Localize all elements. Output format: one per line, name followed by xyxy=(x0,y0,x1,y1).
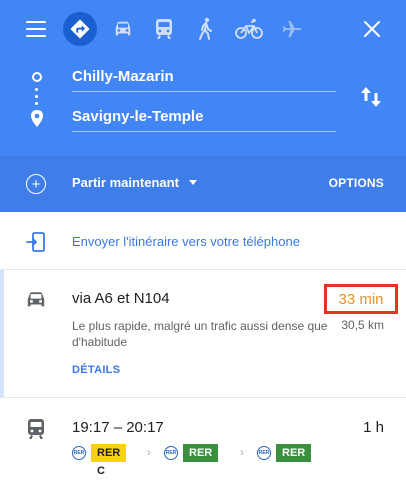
close-icon xyxy=(364,21,380,37)
send-to-phone-link[interactable]: Envoyer l'itinéraire vers votre téléphon… xyxy=(72,234,300,249)
route-description: Le plus rapide, malgré un trafic aussi d… xyxy=(72,319,328,349)
airplane-icon xyxy=(282,20,302,38)
origin-input[interactable]: Chilly-Mazarin xyxy=(72,62,336,92)
menu-icon[interactable] xyxy=(26,21,46,37)
send-to-phone-icon xyxy=(26,232,45,252)
directions-icon xyxy=(70,19,90,39)
departure-options-bar: + Partir maintenant OPTIONS xyxy=(0,156,406,212)
transit-time-range: 19:17 – 20:17 xyxy=(72,419,164,436)
train-icon xyxy=(28,419,44,439)
chevron-down-icon xyxy=(188,180,197,185)
origin-dot-icon xyxy=(32,72,42,82)
send-to-phone-row[interactable]: Envoyer l'itinéraire vers votre téléphon… xyxy=(0,212,406,270)
rer-logo-icon: RER xyxy=(257,446,271,460)
close-button[interactable] xyxy=(360,17,384,41)
route-dots-icon xyxy=(35,88,38,109)
route-option-driving[interactable]: via A6 et N104 33 min Le plus rapide, ma… xyxy=(0,270,406,398)
destination-pin-icon xyxy=(31,110,43,127)
destination-input[interactable]: Savigny-le-Temple xyxy=(72,102,336,132)
line-badge-rer-d: RER D xyxy=(183,444,219,477)
transit-duration: 1 h xyxy=(363,419,384,436)
route-inputs: Chilly-Mazarin Savigny-le-Temple xyxy=(0,60,406,156)
route-distance: 30,5 km xyxy=(341,318,384,332)
route-duration: 33 min xyxy=(324,284,398,314)
mode-driving-button[interactable] xyxy=(106,12,140,46)
mode-flights-button[interactable] xyxy=(275,12,309,46)
rer-logo-icon: RER xyxy=(72,446,86,460)
car-icon xyxy=(27,292,45,307)
bike-icon xyxy=(235,18,263,39)
chevron-right-icon: › xyxy=(147,445,151,459)
swap-icon xyxy=(361,87,381,107)
departure-time-label: Partir maintenant xyxy=(72,175,179,190)
train-icon xyxy=(156,19,172,39)
route-title: via A6 et N104 xyxy=(72,290,170,307)
line-badge-rer-c: RER C xyxy=(91,444,127,477)
walk-icon xyxy=(199,17,212,40)
mode-best-button[interactable] xyxy=(63,12,97,46)
selected-indicator xyxy=(0,270,4,397)
rer-logo-icon: RER xyxy=(164,446,178,460)
add-stop-icon[interactable]: + xyxy=(26,174,46,194)
swap-button[interactable] xyxy=(360,84,384,112)
directions-header: Chilly-Mazarin Savigny-le-Temple xyxy=(0,0,406,156)
mode-transit-button[interactable] xyxy=(147,12,181,46)
options-button[interactable]: OPTIONS xyxy=(329,176,384,190)
mode-cycling-button[interactable] xyxy=(232,12,266,46)
chevron-right-icon: › xyxy=(240,445,244,459)
car-icon xyxy=(115,21,131,36)
details-link[interactable]: DÉTAILS xyxy=(72,364,120,376)
mode-walking-button[interactable] xyxy=(189,12,223,46)
departure-time-dropdown[interactable]: Partir maintenant xyxy=(72,175,197,190)
line-badge-rer-d: RER D xyxy=(276,444,312,477)
travel-modes-bar xyxy=(0,0,406,60)
route-option-transit[interactable]: 19:17 – 20:17 1 h RER RER C › RER RER D … xyxy=(0,398,406,486)
